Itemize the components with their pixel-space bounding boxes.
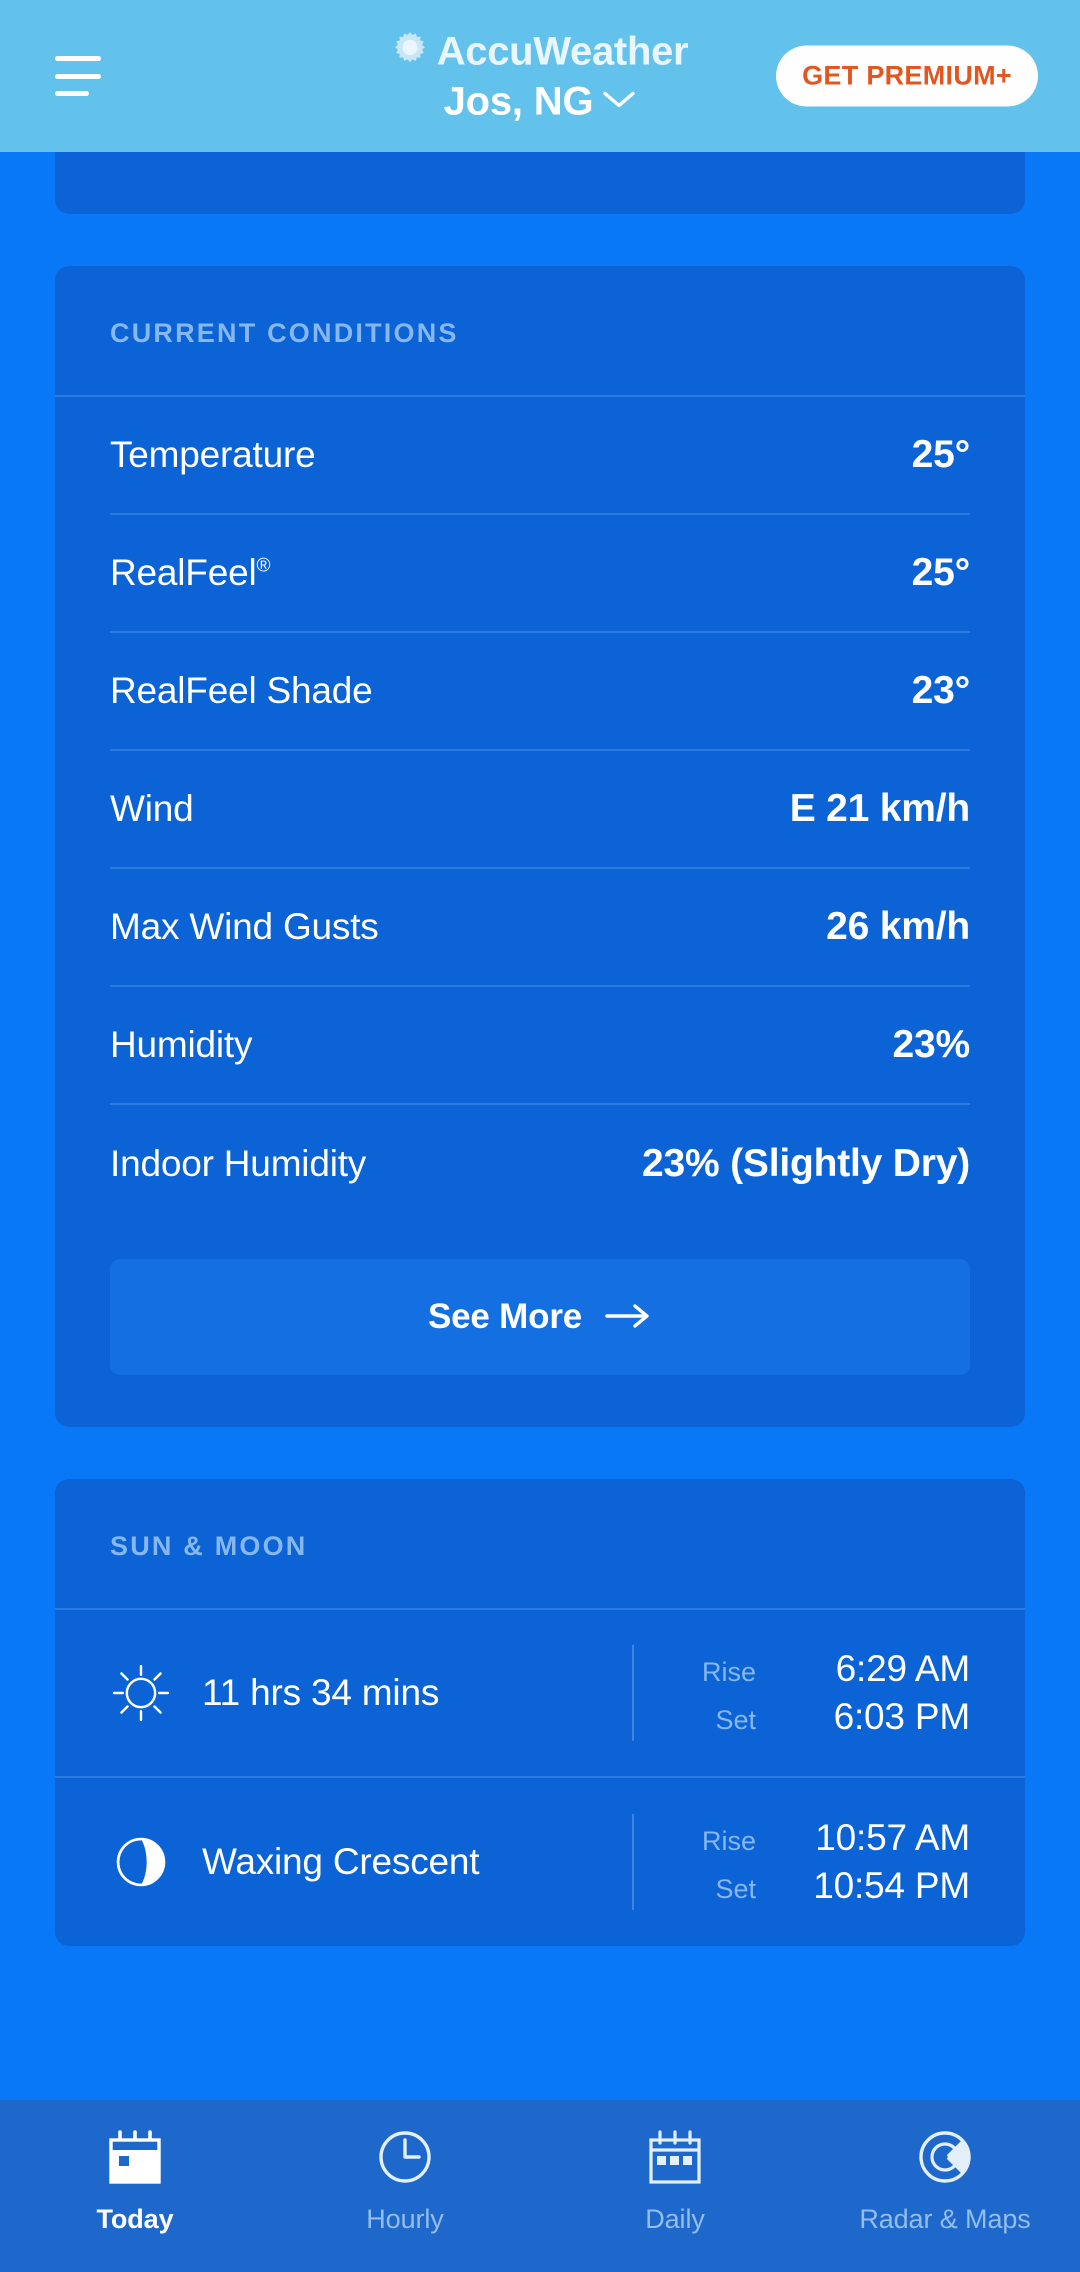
row-label: Wind (110, 788, 194, 829)
hamburger-menu-icon[interactable] (55, 56, 101, 96)
row-value: 23% (892, 1023, 971, 1066)
nav-item-daily[interactable]: Daily (540, 2126, 810, 2235)
clock-icon (374, 2126, 436, 2188)
moon-row: Waxing Crescent Rise 10:57 AM Set 10:54 … (55, 1778, 1025, 1946)
moon-rise-line: Rise 10:57 AM (680, 1817, 970, 1859)
row-label: RealFeel Shade (110, 670, 373, 711)
sun-rise-line: Rise 6:29 AM (680, 1648, 970, 1690)
hamburger-bar (55, 91, 89, 96)
row-value: 25° (911, 551, 971, 594)
brand-name: AccuWeather (436, 29, 689, 73)
arrow-right-icon (604, 1301, 652, 1334)
moon-rise-value: 10:57 AM (815, 1817, 970, 1858)
see-more-label: See More (427, 1297, 583, 1336)
row-value: 25° (911, 433, 971, 476)
sun-rise-value: 6:29 AM (835, 1648, 971, 1689)
sun-row: 11 hrs 34 mins Rise 6:29 AM Set 6:03 PM (55, 1610, 1025, 1778)
sun-set-key: Set (715, 1705, 756, 1735)
nav-item-radar-maps[interactable]: Radar & Maps (810, 2126, 1080, 2235)
calendar-today-icon (104, 2126, 166, 2188)
moon-times: Rise 10:57 AM Set 10:54 PM (680, 1817, 970, 1907)
moon-waxing-crescent-icon (110, 1831, 172, 1893)
see-more-wrap: See More (55, 1223, 1025, 1427)
divider-vertical (632, 1814, 634, 1910)
sun-and-moon-card: SUN & MOON 11 hrs 34 mins Rise 6:29 AM S… (55, 1479, 1025, 1946)
moon-set-line: Set 10:54 PM (680, 1865, 970, 1907)
row-value: 26 km/h (826, 905, 970, 948)
sun-set-line: Set 6:03 PM (680, 1696, 970, 1738)
hamburger-bar (55, 73, 101, 79)
bottom-navigation: Today Hourly Daily Radar & Maps (0, 2100, 1080, 2272)
moon-left: Waxing Crescent (110, 1831, 632, 1893)
sun-left: 11 hrs 34 mins (110, 1662, 632, 1724)
table-row: RealFeel Shade 23° (110, 633, 970, 751)
moon-rise-key: Rise (701, 1826, 756, 1856)
app-header: AccuWeather Jos, NG GET PREMIUM+ (0, 0, 1080, 152)
sun-and-moon-title: SUN & MOON (110, 1531, 308, 1561)
moon-set-key: Set (715, 1874, 756, 1904)
row-label: Indoor Humidity (110, 1143, 367, 1184)
row-label: Temperature (110, 434, 316, 475)
current-conditions-rows: Temperature 25° RealFeel® 25° RealFeel S… (55, 397, 1025, 1223)
accuweather-app: AccuWeather Jos, NG GET PREMIUM+ CURRENT… (0, 0, 1080, 2272)
hamburger-bar (55, 56, 101, 61)
brand-line: AccuWeather (392, 31, 689, 72)
see-more-button[interactable]: See More (110, 1259, 970, 1375)
nav-item-hourly[interactable]: Hourly (270, 2126, 540, 2235)
row-label: RealFeel® (110, 552, 270, 594)
radar-icon (914, 2126, 976, 2188)
nav-label-hourly: Hourly (366, 2204, 444, 2234)
row-label-text: RealFeel (110, 552, 257, 593)
moon-set-value: 10:54 PM (813, 1865, 970, 1906)
chevron-down-icon (602, 88, 636, 115)
sun-duration: 11 hrs 34 mins (202, 1672, 440, 1713)
row-label: Humidity (110, 1024, 253, 1065)
nav-label-radar-maps: Radar & Maps (859, 2204, 1031, 2234)
sun-rise-key: Rise (701, 1657, 756, 1687)
moon-phase: Waxing Crescent (202, 1841, 480, 1882)
accuweather-sun-icon (392, 31, 428, 72)
table-row: Wind E 21 km/h (110, 751, 970, 869)
calendar-daily-icon (644, 2126, 706, 2188)
table-row: Max Wind Gusts 26 km/h (110, 869, 970, 987)
row-value: 23° (911, 669, 971, 712)
nav-label-today: Today (96, 2204, 174, 2234)
row-value: E 21 km/h (789, 787, 970, 830)
row-label: Max Wind Gusts (110, 906, 379, 947)
table-row: RealFeel® 25° (110, 515, 970, 633)
nav-item-today[interactable]: Today (0, 2126, 270, 2235)
partial-card-above (55, 152, 1025, 214)
nav-label-daily: Daily (645, 2204, 705, 2234)
sun-times: Rise 6:29 AM Set 6:03 PM (680, 1648, 970, 1738)
get-premium-button[interactable]: GET PREMIUM+ (776, 45, 1038, 107)
location-selector[interactable]: Jos, NG (444, 82, 637, 122)
current-conditions-card: CURRENT CONDITIONS Temperature 25° RealF… (55, 266, 1025, 1427)
registered-mark: ® (256, 555, 271, 577)
current-conditions-title: CURRENT CONDITIONS (110, 318, 459, 348)
sun-icon (110, 1662, 172, 1724)
scroll-content[interactable]: CURRENT CONDITIONS Temperature 25° RealF… (0, 152, 1080, 2100)
location-name: Jos, NG (443, 79, 594, 124)
table-row: Temperature 25° (110, 397, 970, 515)
sun-set-value: 6:03 PM (833, 1696, 971, 1737)
table-row: Indoor Humidity 23% (Slightly Dry) (110, 1105, 970, 1223)
row-value: 23% (Slightly Dry) (642, 1142, 970, 1185)
divider-vertical (632, 1645, 634, 1741)
table-row: Humidity 23% (110, 987, 970, 1105)
